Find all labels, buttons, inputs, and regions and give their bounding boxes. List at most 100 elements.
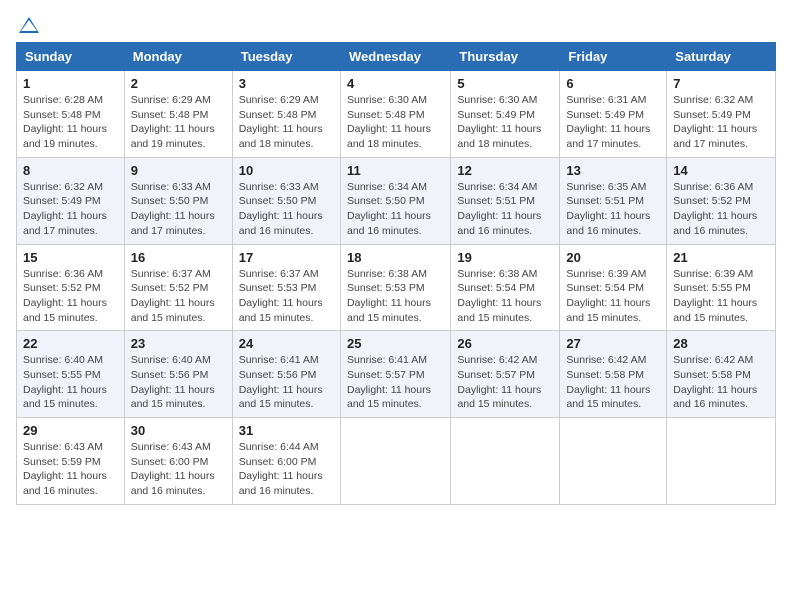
day-info: Sunrise: 6:44 AMSunset: 6:00 PMDaylight:…	[239, 440, 334, 499]
page-header	[16, 16, 776, 34]
day-number: 18	[347, 250, 444, 265]
calendar-day-cell	[340, 418, 450, 505]
calendar-day-cell: 13 Sunrise: 6:35 AMSunset: 5:51 PMDayligh…	[560, 157, 667, 244]
calendar-day-cell: 14 Sunrise: 6:36 AMSunset: 5:52 PMDayligh…	[667, 157, 776, 244]
day-number: 28	[673, 336, 769, 351]
day-number: 4	[347, 76, 444, 91]
day-info: Sunrise: 6:42 AMSunset: 5:57 PMDaylight:…	[457, 353, 553, 412]
weekday-header-saturday: Saturday	[667, 43, 776, 71]
day-info: Sunrise: 6:42 AMSunset: 5:58 PMDaylight:…	[566, 353, 660, 412]
calendar-day-cell: 20Sunrise: 6:39 AMSunset: 5:54 PMDayligh…	[560, 244, 667, 331]
calendar-day-cell	[667, 418, 776, 505]
day-number: 16	[131, 250, 226, 265]
day-info: Sunrise: 6:39 AMSunset: 5:55 PMDaylight:…	[673, 267, 769, 326]
weekday-header-friday: Friday	[560, 43, 667, 71]
calendar-day-cell: 5 Sunrise: 6:30 AMSunset: 5:49 PMDaylight…	[451, 71, 560, 158]
day-info: Sunrise: 6:33 AMSunset: 5:50 PMDaylight:…	[239, 180, 334, 239]
day-info: Sunrise: 6:28 AMSunset: 5:48 PMDaylight:…	[23, 93, 118, 152]
day-info: Sunrise: 6:30 AMSunset: 5:49 PMDaylight:…	[457, 93, 553, 152]
day-info: Sunrise: 6:43 AMSunset: 5:59 PMDaylight:…	[23, 440, 118, 499]
day-info: Sunrise: 6:37 AMSunset: 5:52 PMDaylight:…	[131, 267, 226, 326]
day-number: 13	[566, 163, 660, 178]
day-info: Sunrise: 6:29 AMSunset: 5:48 PMDaylight:…	[131, 93, 226, 152]
calendar-day-cell: 17 Sunrise: 6:37 AMSunset: 5:53 PMDayligh…	[232, 244, 340, 331]
day-number: 15	[23, 250, 118, 265]
calendar-day-cell: 28 Sunrise: 6:42 AMSunset: 5:58 PMDayligh…	[667, 331, 776, 418]
calendar-day-cell: 21 Sunrise: 6:39 AMSunset: 5:55 PMDayligh…	[667, 244, 776, 331]
day-number: 24	[239, 336, 334, 351]
calendar-day-cell	[451, 418, 560, 505]
day-number: 23	[131, 336, 226, 351]
day-number: 8	[23, 163, 118, 178]
calendar-day-cell: 8 Sunrise: 6:32 AMSunset: 5:49 PMDaylight…	[17, 157, 125, 244]
day-info: Sunrise: 6:33 AMSunset: 5:50 PMDaylight:…	[131, 180, 226, 239]
day-number: 9	[131, 163, 226, 178]
day-info: Sunrise: 6:38 AMSunset: 5:53 PMDaylight:…	[347, 267, 444, 326]
day-info: Sunrise: 6:42 AMSunset: 5:58 PMDaylight:…	[673, 353, 769, 412]
day-info: Sunrise: 6:41 AMSunset: 5:56 PMDaylight:…	[239, 353, 334, 412]
day-number: 10	[239, 163, 334, 178]
day-info: Sunrise: 6:32 AMSunset: 5:49 PMDaylight:…	[673, 93, 769, 152]
weekday-header-thursday: Thursday	[451, 43, 560, 71]
weekday-header-row: SundayMondayTuesdayWednesdayThursdayFrid…	[17, 43, 776, 71]
day-number: 12	[457, 163, 553, 178]
day-number: 19	[457, 250, 553, 265]
calendar-day-cell: 26 Sunrise: 6:42 AMSunset: 5:57 PMDayligh…	[451, 331, 560, 418]
calendar-day-cell: 11 Sunrise: 6:34 AMSunset: 5:50 PMDayligh…	[340, 157, 450, 244]
calendar-day-cell: 6 Sunrise: 6:31 AMSunset: 5:49 PMDaylight…	[560, 71, 667, 158]
weekday-header-monday: Monday	[124, 43, 232, 71]
calendar-day-cell: 25 Sunrise: 6:41 AMSunset: 5:57 PMDayligh…	[340, 331, 450, 418]
calendar-day-cell: 16 Sunrise: 6:37 AMSunset: 5:52 PMDayligh…	[124, 244, 232, 331]
calendar-week-row: 29Sunrise: 6:43 AMSunset: 5:59 PMDayligh…	[17, 418, 776, 505]
day-info: Sunrise: 6:43 AMSunset: 6:00 PMDaylight:…	[131, 440, 226, 499]
calendar-day-cell: 10 Sunrise: 6:33 AMSunset: 5:50 PMDayligh…	[232, 157, 340, 244]
day-number: 26	[457, 336, 553, 351]
logo	[16, 16, 42, 34]
weekday-header-tuesday: Tuesday	[232, 43, 340, 71]
day-number: 6	[566, 76, 660, 91]
weekday-header-sunday: Sunday	[17, 43, 125, 71]
calendar-day-cell: 1 Sunrise: 6:28 AMSunset: 5:48 PMDaylight…	[17, 71, 125, 158]
day-info: Sunrise: 6:32 AMSunset: 5:49 PMDaylight:…	[23, 180, 118, 239]
day-info: Sunrise: 6:35 AMSunset: 5:51 PMDaylight:…	[566, 180, 660, 239]
day-number: 21	[673, 250, 769, 265]
day-number: 11	[347, 163, 444, 178]
calendar-day-cell: 12 Sunrise: 6:34 AMSunset: 5:51 PMDayligh…	[451, 157, 560, 244]
day-info: Sunrise: 6:34 AMSunset: 5:50 PMDaylight:…	[347, 180, 444, 239]
logo-icon	[18, 16, 40, 34]
day-info: Sunrise: 6:37 AMSunset: 5:53 PMDaylight:…	[239, 267, 334, 326]
calendar-day-cell: 19Sunrise: 6:38 AMSunset: 5:54 PMDayligh…	[451, 244, 560, 331]
day-number: 25	[347, 336, 444, 351]
day-number: 17	[239, 250, 334, 265]
day-number: 1	[23, 76, 118, 91]
day-number: 5	[457, 76, 553, 91]
calendar-week-row: 8 Sunrise: 6:32 AMSunset: 5:49 PMDaylight…	[17, 157, 776, 244]
day-info: Sunrise: 6:36 AMSunset: 5:52 PMDaylight:…	[673, 180, 769, 239]
day-info: Sunrise: 6:36 AMSunset: 5:52 PMDaylight:…	[23, 267, 118, 326]
day-info: Sunrise: 6:39 AMSunset: 5:54 PMDaylight:…	[566, 267, 660, 326]
day-info: Sunrise: 6:31 AMSunset: 5:49 PMDaylight:…	[566, 93, 660, 152]
calendar-day-cell: 3Sunrise: 6:29 AMSunset: 5:48 PMDaylight…	[232, 71, 340, 158]
calendar-week-row: 1 Sunrise: 6:28 AMSunset: 5:48 PMDaylight…	[17, 71, 776, 158]
calendar-day-cell: 18 Sunrise: 6:38 AMSunset: 5:53 PMDayligh…	[340, 244, 450, 331]
day-info: Sunrise: 6:34 AMSunset: 5:51 PMDaylight:…	[457, 180, 553, 239]
calendar-day-cell: 23 Sunrise: 6:40 AMSunset: 5:56 PMDayligh…	[124, 331, 232, 418]
calendar-day-cell: 27 Sunrise: 6:42 AMSunset: 5:58 PMDayligh…	[560, 331, 667, 418]
weekday-header-wednesday: Wednesday	[340, 43, 450, 71]
calendar-day-cell: 7Sunrise: 6:32 AMSunset: 5:49 PMDaylight…	[667, 71, 776, 158]
calendar-day-cell: 30Sunrise: 6:43 AMSunset: 6:00 PMDayligh…	[124, 418, 232, 505]
calendar-day-cell: 22Sunrise: 6:40 AMSunset: 5:55 PMDayligh…	[17, 331, 125, 418]
calendar-week-row: 22Sunrise: 6:40 AMSunset: 5:55 PMDayligh…	[17, 331, 776, 418]
day-number: 27	[566, 336, 660, 351]
day-number: 31	[239, 423, 334, 438]
day-info: Sunrise: 6:40 AMSunset: 5:56 PMDaylight:…	[131, 353, 226, 412]
calendar-day-cell: 29Sunrise: 6:43 AMSunset: 5:59 PMDayligh…	[17, 418, 125, 505]
calendar-table: SundayMondayTuesdayWednesdayThursdayFrid…	[16, 42, 776, 505]
day-number: 14	[673, 163, 769, 178]
calendar-day-cell: 15 Sunrise: 6:36 AMSunset: 5:52 PMDayligh…	[17, 244, 125, 331]
calendar-day-cell	[560, 418, 667, 505]
day-info: Sunrise: 6:41 AMSunset: 5:57 PMDaylight:…	[347, 353, 444, 412]
day-info: Sunrise: 6:30 AMSunset: 5:48 PMDaylight:…	[347, 93, 444, 152]
day-number: 3	[239, 76, 334, 91]
calendar-day-cell: 4 Sunrise: 6:30 AMSunset: 5:48 PMDaylight…	[340, 71, 450, 158]
